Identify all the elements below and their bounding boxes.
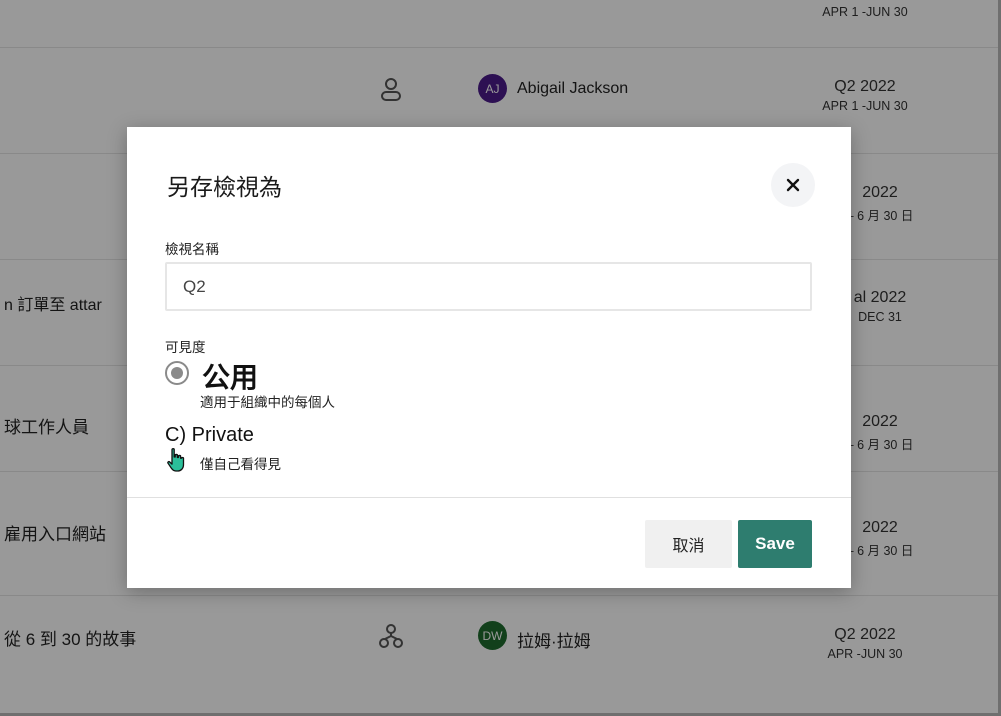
cancel-button[interactable]: 取消 (645, 520, 732, 568)
private-option-description: 僅自己看得見 (200, 457, 281, 472)
private-option-label[interactable]: C) Private (165, 424, 254, 447)
dialog-footer-divider (127, 497, 851, 498)
public-option-description: 適用于組織中的每個人 (200, 395, 335, 410)
public-radio[interactable] (165, 361, 189, 385)
dialog-title: 另存檢視為 (167, 174, 282, 200)
public-option-label[interactable]: 公用 (202, 356, 258, 396)
close-button[interactable] (771, 163, 815, 207)
close-icon (786, 178, 800, 192)
visibility-label: 可見度 (165, 340, 206, 355)
radio-selected-dot (171, 367, 183, 379)
hand-pointer-icon (167, 448, 185, 472)
save-view-dialog: 另存檢視為 檢視名稱 可見度 公用 適用于組織中的每個人 C) Private … (127, 127, 851, 588)
view-name-label: 檢視名稱 (165, 242, 219, 257)
view-name-input[interactable] (165, 262, 812, 311)
save-button[interactable]: Save (738, 520, 812, 568)
